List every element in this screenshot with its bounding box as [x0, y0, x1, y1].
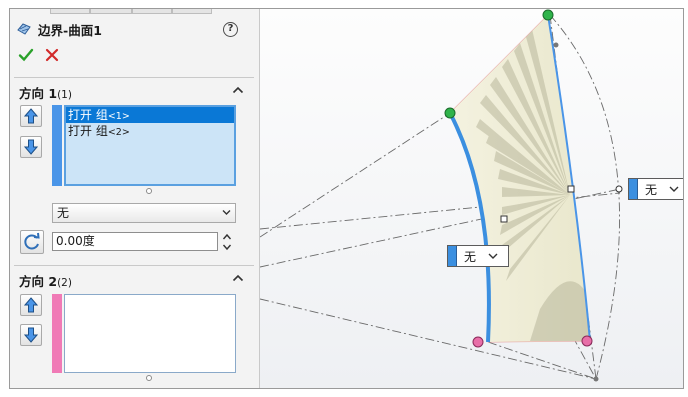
direction2-count: (2)	[57, 277, 72, 289]
tangency-callout-right[interactable]: 无	[628, 178, 683, 200]
property-manager-panel: 边界-曲面1 ? 方向 1(1) 打开 组<1> 打开 组<2> 无 0.00度…	[10, 9, 260, 388]
feature-title-row: 边界-曲面1	[16, 20, 102, 38]
chevron-down-icon	[488, 253, 498, 259]
list-item-suffix: <1>	[107, 111, 130, 122]
divider	[14, 265, 254, 266]
panel-tab[interactable]	[172, 9, 212, 14]
direction2-title[interactable]: 方向 2(2)	[19, 271, 72, 290]
ok-check-button[interactable]	[18, 47, 34, 63]
boundary-surface-preview	[259, 9, 623, 382]
panel-tab[interactable]	[50, 9, 90, 14]
list-item[interactable]: 打开 组<1>	[66, 107, 234, 123]
panel-tabs	[10, 9, 260, 15]
construction-point	[553, 42, 559, 48]
feature-title: 边界-曲面1	[38, 22, 102, 38]
direction2-curve-list[interactable]	[64, 294, 236, 373]
collapse-chevron-up-icon[interactable]	[232, 85, 244, 95]
draft-angle-input[interactable]: 0.00度	[52, 232, 218, 251]
direction2-color-swatch	[52, 294, 62, 373]
direction1-color-swatch	[52, 105, 62, 186]
tangency-callout-left[interactable]: 无	[447, 245, 509, 267]
construction-point	[593, 376, 599, 382]
boundary-surface-icon	[17, 23, 31, 35]
divider	[14, 77, 254, 78]
list-item[interactable]: 打开 组<2>	[66, 123, 234, 139]
help-button[interactable]: ?	[223, 22, 238, 37]
direction1-title-text: 方向 1	[19, 86, 58, 101]
callout-value: 无	[464, 249, 477, 264]
list-item-label: 打开 组	[68, 124, 108, 138]
endpoint-pink[interactable]	[472, 336, 484, 348]
callout-value: 无	[645, 182, 658, 197]
direction2-title-text: 方向 2	[19, 274, 58, 289]
graphics-viewport[interactable]: 无 无	[259, 9, 683, 388]
direction1-count: (1)	[57, 89, 72, 101]
collapse-chevron-up-icon[interactable]	[232, 273, 244, 283]
direction1-title[interactable]: 方向 1(1)	[19, 83, 72, 102]
handle-square[interactable]	[500, 215, 508, 223]
panel-tab[interactable]	[132, 9, 172, 14]
move-down-button[interactable]	[20, 136, 42, 158]
arrow-down-icon	[24, 139, 38, 155]
move-up-button[interactable]	[20, 105, 42, 127]
endpoint-green[interactable]	[444, 107, 456, 119]
resize-grip[interactable]	[146, 375, 152, 381]
reverse-direction-button[interactable]	[20, 230, 44, 254]
move-up-button[interactable]	[20, 294, 42, 316]
list-item-label: 打开 组	[68, 108, 108, 122]
move-down-button[interactable]	[20, 324, 42, 346]
rotate-icon	[24, 232, 40, 250]
list-item-suffix: <2>	[107, 127, 130, 138]
chevron-down-icon	[222, 210, 231, 215]
tangency-type-select[interactable]: 无	[52, 203, 236, 223]
callout-color-bar	[448, 246, 457, 266]
angle-spinner[interactable]	[222, 232, 232, 252]
chevron-down-icon	[669, 186, 679, 192]
tangency-select-value: 无	[57, 206, 70, 220]
resize-grip[interactable]	[146, 188, 152, 194]
callout-color-bar	[629, 179, 638, 199]
app-window: 边界-曲面1 ? 方向 1(1) 打开 组<1> 打开 组<2> 无 0.00度…	[9, 8, 684, 389]
cancel-x-button[interactable]	[44, 47, 60, 63]
handle-dot[interactable]	[615, 185, 623, 193]
arrow-down-icon	[24, 327, 38, 343]
handle-square[interactable]	[567, 185, 575, 193]
endpoint-green[interactable]	[542, 9, 554, 21]
panel-tab[interactable]	[90, 9, 132, 14]
arrow-up-icon	[24, 297, 38, 313]
direction1-curve-list[interactable]: 打开 组<1> 打开 组<2>	[64, 105, 236, 186]
endpoint-pink[interactable]	[581, 335, 593, 347]
arrow-up-icon	[24, 108, 38, 124]
